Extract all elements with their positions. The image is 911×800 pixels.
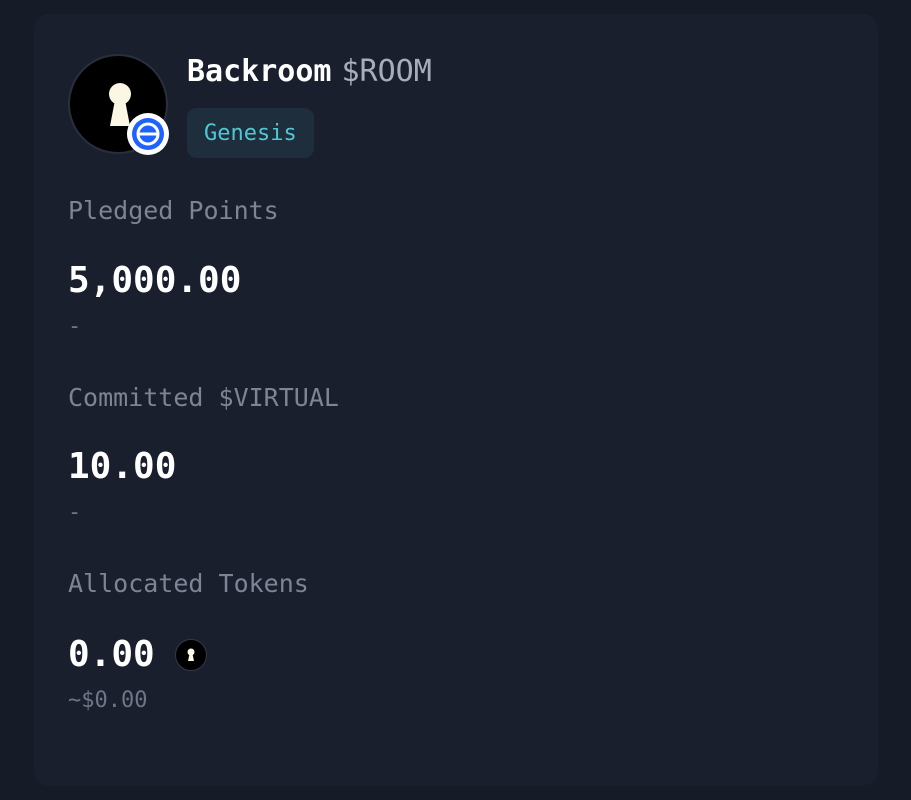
allocated-tokens-value: 0.00 xyxy=(68,634,207,675)
pledged-points-sub: - xyxy=(68,314,82,339)
genesis-badge: Genesis xyxy=(187,108,314,158)
committed-virtual-value: 10.00 xyxy=(68,446,176,487)
token-symbol: $ROOM xyxy=(341,54,432,89)
token-title: Backroom $ROOM xyxy=(187,54,432,89)
committed-virtual-label: Committed $VIRTUAL xyxy=(68,383,339,412)
allocated-tokens-usd: ~$0.00 xyxy=(68,688,148,713)
base-chain-icon xyxy=(127,113,169,155)
committed-virtual-sub: - xyxy=(68,500,82,525)
pledged-points-label: Pledged Points xyxy=(68,196,279,225)
allocated-tokens-label: Allocated Tokens xyxy=(68,569,309,598)
token-name: Backroom xyxy=(187,54,332,89)
pledged-points-value: 5,000.00 xyxy=(68,260,241,301)
allocated-tokens-amount: 0.00 xyxy=(68,634,155,675)
committed-virtual-amount: 10.00 xyxy=(68,446,177,487)
room-token-icon xyxy=(174,638,207,671)
pledged-points-amount: 5,000.00 xyxy=(68,260,242,301)
